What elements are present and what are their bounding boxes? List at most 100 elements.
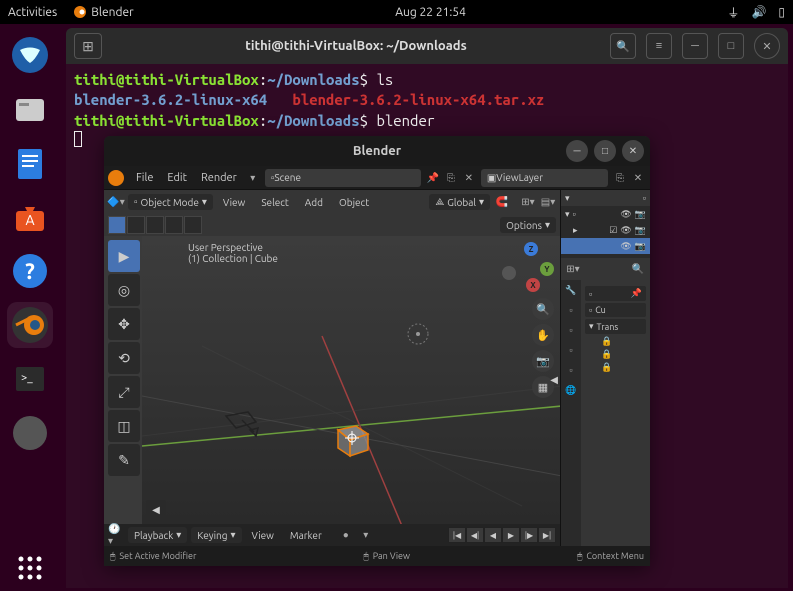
menu-render[interactable]: Render: [195, 170, 243, 186]
minimize-button[interactable]: ─: [682, 33, 708, 59]
camera-object[interactable]: [222, 408, 262, 438]
dock-software[interactable]: A: [7, 194, 53, 240]
play-icon[interactable]: ▶: [502, 527, 520, 543]
outliner-item[interactable]: ▾▫ 👁 📷: [561, 206, 650, 222]
dock-writer[interactable]: [7, 140, 53, 186]
maximize-button[interactable]: □: [594, 140, 616, 162]
prop-tab-output[interactable]: ▫: [561, 320, 581, 340]
menu-select[interactable]: Select: [255, 195, 294, 210]
3d-viewport[interactable]: User Perspective (1) Collection | Cube: [142, 236, 560, 524]
outliner-item[interactable]: 👁 📷: [561, 238, 650, 254]
timeline-view[interactable]: View: [246, 528, 280, 543]
snap-icon[interactable]: 🧲: [494, 194, 510, 210]
terminal-titlebar[interactable]: ⊞ tithi@tithi-VirtualBox: ~/Downloads 🔍 …: [66, 28, 788, 64]
outliner[interactable]: ▾ ▫ ▾▫ 👁 📷 ▸ ☑ 👁 📷: [561, 190, 650, 258]
options-dropdown[interactable]: Options ▾: [500, 217, 556, 233]
copy-icon[interactable]: ⎘: [612, 170, 628, 186]
activities-button[interactable]: Activities: [8, 6, 57, 19]
dock-terminal[interactable]: >_: [7, 356, 53, 402]
playback-menu[interactable]: Playback ▾: [128, 527, 187, 543]
prev-key-icon[interactable]: ◀|: [466, 527, 484, 543]
close-button[interactable]: ✕: [622, 140, 644, 162]
camera-view-icon[interactable]: 📷: [532, 350, 554, 372]
menu-edit[interactable]: Edit: [161, 170, 193, 186]
prop-tab-render[interactable]: ▫: [561, 300, 581, 320]
dock-help[interactable]: ?: [7, 248, 53, 294]
workspace-tabs-icon[interactable]: ▾: [245, 170, 261, 186]
clock[interactable]: Aug 22 21:54: [134, 6, 728, 19]
eye-icon[interactable]: 👁: [620, 225, 631, 236]
menu-add[interactable]: Add: [299, 195, 329, 210]
prop-tab-view[interactable]: ▫: [561, 340, 581, 360]
checkbox-icon[interactable]: ☑: [609, 225, 617, 236]
camera-icon[interactable]: 📷: [635, 241, 646, 252]
blender-titlebar[interactable]: Blender ─ □ ✕: [104, 136, 650, 166]
collapse-toolbar-icon[interactable]: ◀: [146, 500, 166, 520]
select-mode-lasso[interactable]: [165, 216, 183, 234]
battery-icon[interactable]: ▯: [778, 5, 785, 19]
pan-icon[interactable]: ✋: [532, 324, 554, 346]
menu-button[interactable]: ≡: [646, 33, 672, 59]
copy-icon[interactable]: ⎘: [443, 170, 459, 186]
editor-type-icon[interactable]: 🕐▾: [108, 527, 124, 543]
display-mode-icon[interactable]: ⊞▾: [565, 261, 581, 277]
filter-icon[interactable]: ▾: [565, 193, 570, 204]
dock-settings[interactable]: [7, 410, 53, 456]
menu-object[interactable]: Object: [333, 195, 375, 210]
pin-icon[interactable]: 📌: [425, 170, 441, 186]
pin-icon[interactable]: 📌: [631, 288, 642, 299]
light-object[interactable]: [402, 318, 434, 350]
timeline-marker[interactable]: Marker: [284, 528, 328, 543]
prop-tab-world[interactable]: 🌐: [561, 380, 581, 400]
x-icon[interactable]: ✕: [461, 170, 477, 186]
prop-tab-tool[interactable]: 🔧: [561, 280, 581, 300]
camera-icon[interactable]: 📷: [635, 225, 646, 236]
play-reverse-icon[interactable]: ◀: [484, 527, 502, 543]
select-mode-box[interactable]: [127, 216, 145, 234]
tool-move[interactable]: ✥: [108, 308, 140, 340]
jump-start-icon[interactable]: |◀: [448, 527, 466, 543]
dock-files[interactable]: [7, 86, 53, 132]
tool-select[interactable]: ▶: [108, 240, 140, 272]
close-button[interactable]: ✕: [754, 33, 780, 59]
cube-object[interactable]: [330, 416, 372, 458]
blender-logo-icon[interactable]: [108, 170, 124, 186]
select-mode-tweak[interactable]: [108, 216, 126, 234]
select-mode-circle[interactable]: [146, 216, 164, 234]
maximize-button[interactable]: □: [718, 33, 744, 59]
x-icon[interactable]: ✕: [630, 170, 646, 186]
outliner-item[interactable]: ▸ ☑ 👁 📷: [561, 222, 650, 238]
camera-icon[interactable]: 📷: [635, 209, 646, 220]
sidebar-toggle-icon[interactable]: ◀: [550, 374, 558, 386]
editor-type-icon[interactable]: 🔷▾: [108, 194, 124, 210]
new-tab-button[interactable]: ⊞: [74, 33, 102, 59]
lock-z-icon[interactable]: 🔒: [601, 362, 646, 373]
menu-file[interactable]: File: [130, 170, 159, 186]
eye-icon[interactable]: 👁: [620, 209, 631, 220]
keying-menu[interactable]: Keying ▾: [191, 527, 241, 543]
filter-search-icon[interactable]: ▫: [643, 193, 646, 203]
lock-x-icon[interactable]: 🔒: [601, 336, 646, 347]
overlay-toggle-icon[interactable]: ⊞▾: [520, 194, 536, 210]
tool-rotate[interactable]: ⟲: [108, 342, 140, 374]
lock-y-icon[interactable]: 🔒: [601, 349, 646, 360]
prop-datablock-row[interactable]: ▫ 📌: [585, 286, 646, 301]
autokey-icon[interactable]: ●: [338, 527, 354, 543]
eye-icon[interactable]: 👁: [620, 241, 631, 252]
tool-annotate[interactable]: ✎: [108, 444, 140, 476]
prop-transform-panel[interactable]: ▾ Trans: [585, 319, 646, 334]
dock-thunderbird[interactable]: [7, 32, 53, 78]
search-icon[interactable]: 🔍: [630, 261, 646, 277]
tool-transform[interactable]: ◫: [108, 410, 140, 442]
viewlayer-selector[interactable]: ▣ ViewLayer: [481, 169, 608, 187]
shading-toggle-icon[interactable]: ▤▾: [540, 194, 556, 210]
navigation-gizmo[interactable]: Z Y X: [502, 242, 554, 294]
next-key-icon[interactable]: |▶: [520, 527, 538, 543]
search-button[interactable]: 🔍: [610, 33, 636, 59]
volume-icon[interactable]: 🔊: [751, 5, 766, 19]
network-icon[interactable]: ⏚: [727, 4, 739, 21]
prop-tab-scene[interactable]: ▫: [561, 360, 581, 380]
mode-selector[interactable]: ▫ Object Mode ▾: [128, 194, 213, 210]
scene-selector[interactable]: ▫ Scene: [265, 169, 421, 187]
jump-end-icon[interactable]: ▶|: [538, 527, 556, 543]
